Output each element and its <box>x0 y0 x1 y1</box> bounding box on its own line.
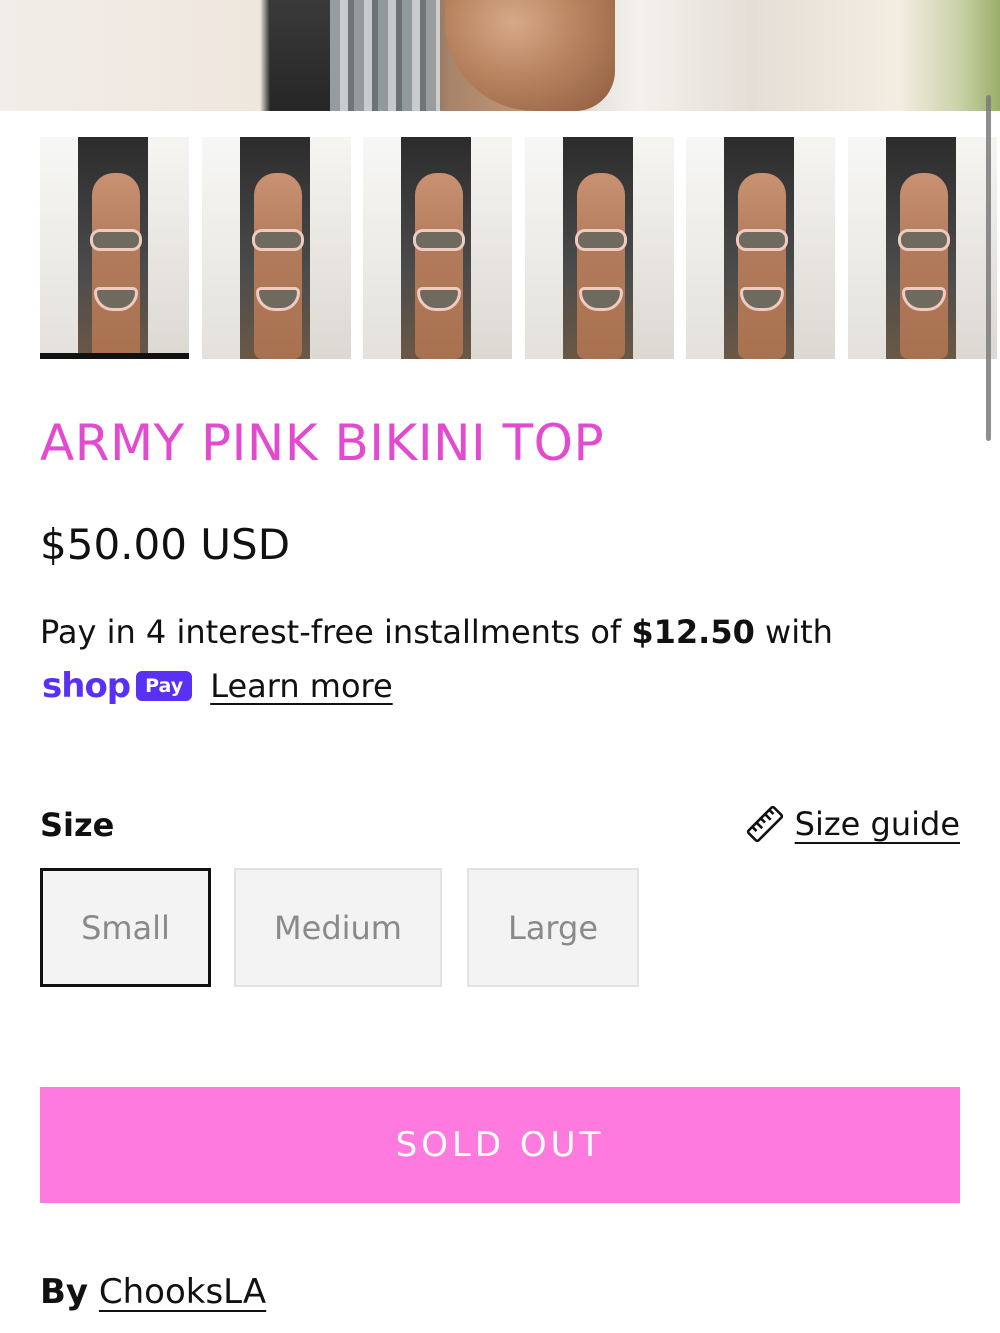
ruler-icon <box>746 805 783 843</box>
thumbnail-3[interactable] <box>363 137 512 359</box>
thumbnail-6[interactable] <box>848 137 997 359</box>
thumbnail-gallery <box>40 137 1000 361</box>
installments-suffix: with <box>754 613 833 651</box>
thumbnail-5[interactable] <box>686 137 835 359</box>
product-title: ARMY PINK BIKINI TOP <box>40 414 605 472</box>
thumbnail-1[interactable] <box>40 137 189 359</box>
vendor-prefix: By <box>40 1272 89 1312</box>
learn-more-link[interactable]: Learn more <box>210 667 393 705</box>
size-guide-link[interactable]: Size guide <box>745 804 960 844</box>
installments-text: Pay in 4 interest-free installments of $… <box>40 612 960 652</box>
thumbnail-2[interactable] <box>202 137 351 359</box>
installment-amount: $12.50 <box>631 613 755 651</box>
vendor-line: By ChooksLA <box>40 1272 266 1312</box>
size-label: Size <box>40 806 115 844</box>
product-price: $50.00 USD <box>40 520 291 569</box>
page-scrollbar[interactable] <box>986 95 991 441</box>
size-option-small[interactable]: Small <box>40 868 211 987</box>
thumbnail-4[interactable] <box>525 137 674 359</box>
shop-pay-row: shop Pay Learn more <box>42 664 393 708</box>
shop-pay-logo: shop <box>42 666 131 706</box>
size-guide-label: Size guide <box>794 805 960 843</box>
size-option-large[interactable]: Large <box>467 868 639 987</box>
sold-out-button[interactable]: SOLD OUT <box>40 1087 960 1203</box>
shop-pay-badge: Pay <box>136 671 193 701</box>
installments-prefix: Pay in 4 interest-free installments of <box>40 613 632 651</box>
size-option-medium[interactable]: Medium <box>234 868 442 987</box>
vendor-link[interactable]: ChooksLA <box>99 1272 266 1312</box>
product-main-image <box>0 0 1000 111</box>
